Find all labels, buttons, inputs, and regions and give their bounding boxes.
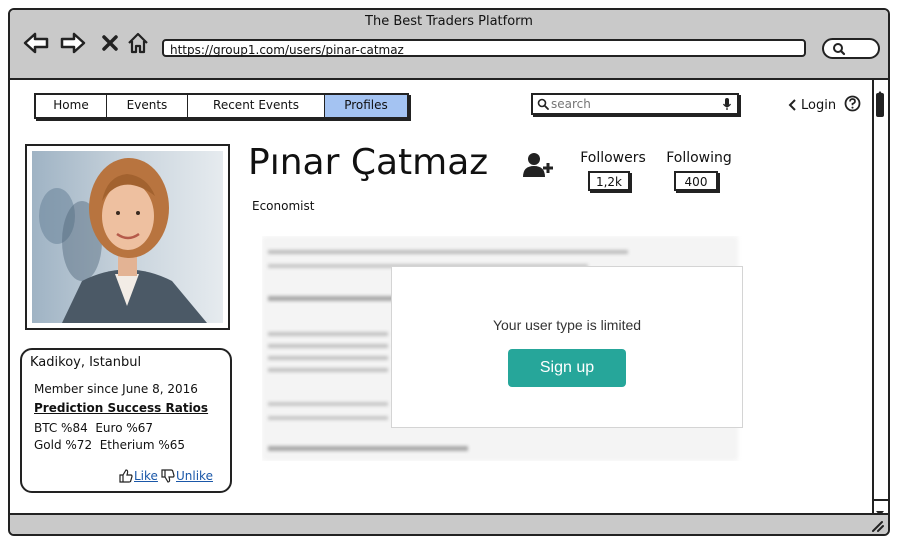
chevron-left-icon <box>788 99 796 111</box>
following-count[interactable]: 400 <box>674 171 718 191</box>
vertical-scrollbar[interactable] <box>872 80 888 516</box>
browser-window: The Best Traders Platform https://group1… <box>8 8 890 536</box>
search-input[interactable] <box>551 96 711 112</box>
unlike-button[interactable]: Unlike <box>161 469 213 483</box>
main-nav: Home Events Recent Events Profiles <box>34 93 409 119</box>
browser-toolbar: The Best Traders Platform https://group1… <box>10 10 888 80</box>
login-label: Login <box>801 97 837 113</box>
tab-recent-events[interactable]: Recent Events <box>188 95 325 117</box>
thumbs-down-icon <box>161 469 175 483</box>
profile-photo <box>25 144 230 330</box>
limited-access-modal: Your user type is limited Sign up <box>391 266 743 428</box>
sign-up-button[interactable]: Sign up <box>508 349 626 387</box>
help-icon[interactable] <box>844 95 861 112</box>
window-title: The Best Traders Platform <box>365 14 533 29</box>
site-search <box>531 93 739 115</box>
modal-message: Your user type is limited <box>492 317 642 333</box>
resize-grip-icon[interactable] <box>870 520 884 532</box>
unlike-label: Unlike <box>176 469 213 483</box>
following-label: Following <box>666 150 732 166</box>
like-label: Like <box>134 469 158 483</box>
back-icon[interactable] <box>23 30 49 56</box>
scroll-divider <box>874 499 888 501</box>
thumbs-up-icon <box>119 469 133 483</box>
login-link[interactable]: Login <box>787 96 836 114</box>
microphone-icon[interactable] <box>722 97 732 111</box>
scroll-thumb[interactable] <box>876 93 884 117</box>
status-bar <box>10 513 888 534</box>
profile-name: Pınar Çatmaz <box>248 142 489 183</box>
followers-count[interactable]: 1,2k <box>588 171 630 191</box>
ratios-line-1: BTC %84 Euro %67 <box>34 421 154 435</box>
add-user-icon[interactable] <box>522 151 556 179</box>
browser-search-button[interactable] <box>822 38 880 59</box>
member-since: Member since June 8, 2016 <box>34 382 198 396</box>
like-button[interactable]: Like <box>119 469 158 483</box>
tab-profiles[interactable]: Profiles <box>325 95 407 117</box>
prediction-ratios-heading: Prediction Success Ratios <box>34 401 209 415</box>
address-bar[interactable]: https://group1.com/users/pinar-catmaz <box>162 39 806 57</box>
location: Kadikoy, Istanbul <box>30 355 142 370</box>
search-icon <box>833 43 846 56</box>
tab-home[interactable]: Home <box>36 95 107 117</box>
ratios-line-2: Gold %72 Etherium %65 <box>34 438 186 452</box>
tab-events[interactable]: Events <box>107 95 188 117</box>
close-icon[interactable] <box>97 30 123 56</box>
search-icon <box>537 98 549 110</box>
forward-icon[interactable] <box>60 30 86 56</box>
scroll-up-arrow[interactable] <box>875 82 885 96</box>
scroll-down-arrow[interactable] <box>875 503 885 516</box>
home-icon[interactable] <box>125 30 151 56</box>
followers-label: Followers <box>580 150 646 166</box>
profile-info-card: Kadikoy, Istanbul Member since June 8, 2… <box>20 348 232 493</box>
profile-occupation: Economist <box>252 199 315 213</box>
